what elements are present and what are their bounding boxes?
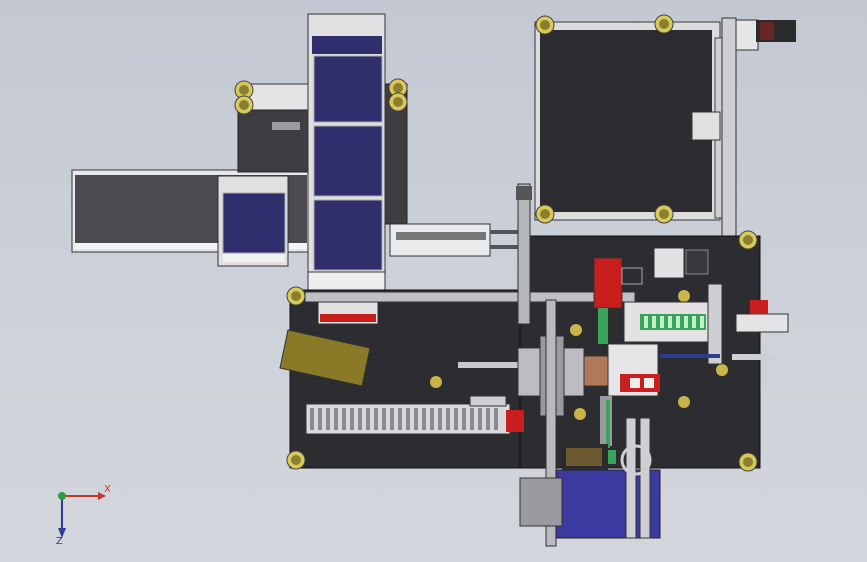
x-axis-label: X [104, 484, 111, 495]
pusher-cylinder [389, 223, 520, 257]
vertical-column [516, 183, 532, 325]
cad-assembly-view [71, 13, 796, 547]
stacked-hoppers [307, 13, 386, 293]
z-axis-label: Z [56, 536, 63, 544]
coordinate-triad-icon: X Z [56, 484, 111, 544]
side-hopper [217, 175, 289, 267]
